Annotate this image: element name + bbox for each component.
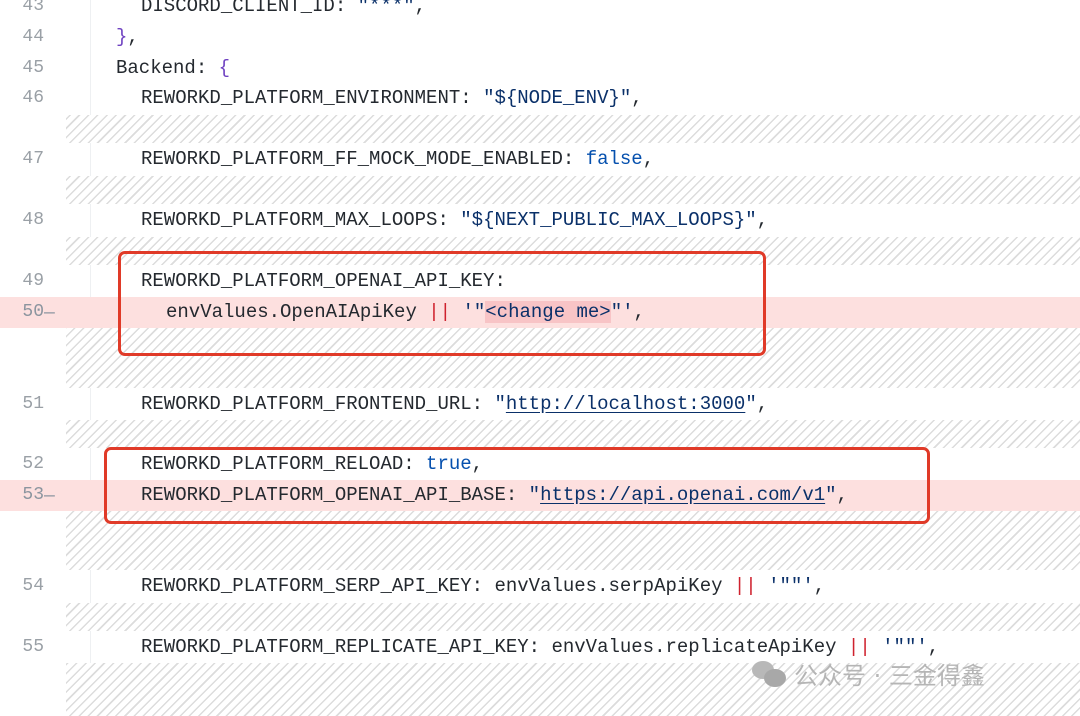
collapsed-hatch [66,420,1080,448]
token: REWORKD_PLATFORM_FRONTEND_URL: [141,393,495,415]
token: , [642,148,655,170]
line-number: 53 [22,485,44,505]
collapsed-hatch [66,115,1080,143]
token: "${NODE_ENV}" [483,87,632,109]
code-text: REWORKD_PLATFORM_FRONTEND_URL: "http://l… [141,389,768,420]
token: REWORKD_PLATFORM_ENVIRONMENT: [141,87,484,109]
token: || [733,575,757,597]
code-line: 45 Backend: { [0,53,1080,84]
line-number: 47 [22,149,44,169]
token: "${NEXT_PUBLIC_MAX_LOOPS}" [460,209,757,231]
line-number: 45 [22,58,44,78]
token: , [414,0,427,17]
token: '""' [756,575,814,597]
token: " [494,393,506,415]
token: REWORKD_PLATFORM_FF_MOCK_MODE_ENABLED: [141,148,586,170]
code-line: 51 REWORKD_PLATFORM_FRONTEND_URL: "http:/… [0,389,1080,420]
token: , [127,26,139,48]
token: DISCORD_CLIENT_ID: [141,0,358,17]
token: , [927,636,940,658]
code-line: 47 REWORKD_PLATFORM_FF_MOCK_MODE_ENABLED:… [0,144,1080,175]
token: , [756,393,769,415]
diff-marker: — [44,485,55,506]
diff-marker: — [44,302,55,323]
token: REWORKD_PLATFORM_REPLICATE_API_KEY: envV… [141,636,848,658]
line-number: 50 [22,302,44,322]
code-text: }, [116,22,139,53]
line-number: 52 [22,454,44,474]
code-line: 54 REWORKD_PLATFORM_SERP_API_KEY: envValu… [0,571,1080,602]
token: REWORKD_PLATFORM_MAX_LOOPS: [141,209,461,231]
code-text: Backend: { [116,53,230,84]
watermark: 公众号 · 三金得鑫 [752,656,985,691]
code-line: 46 REWORKD_PLATFORM_ENVIRONMENT: "${NODE_… [0,83,1080,114]
code-text: REWORKD_PLATFORM_SERP_API_KEY: envValues… [141,571,825,602]
token: http://localhost:3000 [505,393,746,415]
token: , [631,87,643,109]
code-text: REWORKD_PLATFORM_ENVIRONMENT: "${NODE_EN… [141,83,643,114]
token: , [756,209,769,231]
code-text: REWORKD_PLATFORM_FF_MOCK_MODE_ENABLED: f… [141,144,654,175]
code-line: 44}, [0,22,1080,53]
line-number: 49 [22,271,44,291]
collapsed-hatch [66,176,1080,204]
code-text: DISCORD_CLIENT_ID: "***", [141,0,426,22]
highlight-box-openai-base [104,447,930,524]
token: Backend: [116,57,219,79]
line-number: 48 [22,210,44,230]
token: { [218,57,231,79]
token: '""' [870,636,928,658]
line-number: 46 [22,88,44,108]
token: "***" [357,0,415,17]
token: REWORKD_PLATFORM_SERP_API_KEY: envValues… [141,575,734,597]
token: || [847,636,871,658]
line-number: 43 [22,0,44,16]
line-number: 51 [22,394,44,414]
token: " [745,393,757,415]
collapsed-hatch [66,603,1080,631]
watermark-text: 公众号 · 三金得鑫 [794,662,985,690]
token: false [585,148,643,170]
line-number: 54 [22,576,44,596]
code-line: 48 REWORKD_PLATFORM_MAX_LOOPS: "${NEXT_PU… [0,205,1080,236]
line-number: 44 [22,27,44,47]
code-line: 43 DISCORD_CLIENT_ID: "***", [0,0,1080,22]
token: } [116,26,128,48]
token: , [813,575,826,597]
highlight-box-openai-key [118,251,766,356]
wechat-icon [752,660,786,687]
code-text: REWORKD_PLATFORM_MAX_LOOPS: "${NEXT_PUBL… [141,205,768,236]
line-number: 55 [22,637,44,657]
